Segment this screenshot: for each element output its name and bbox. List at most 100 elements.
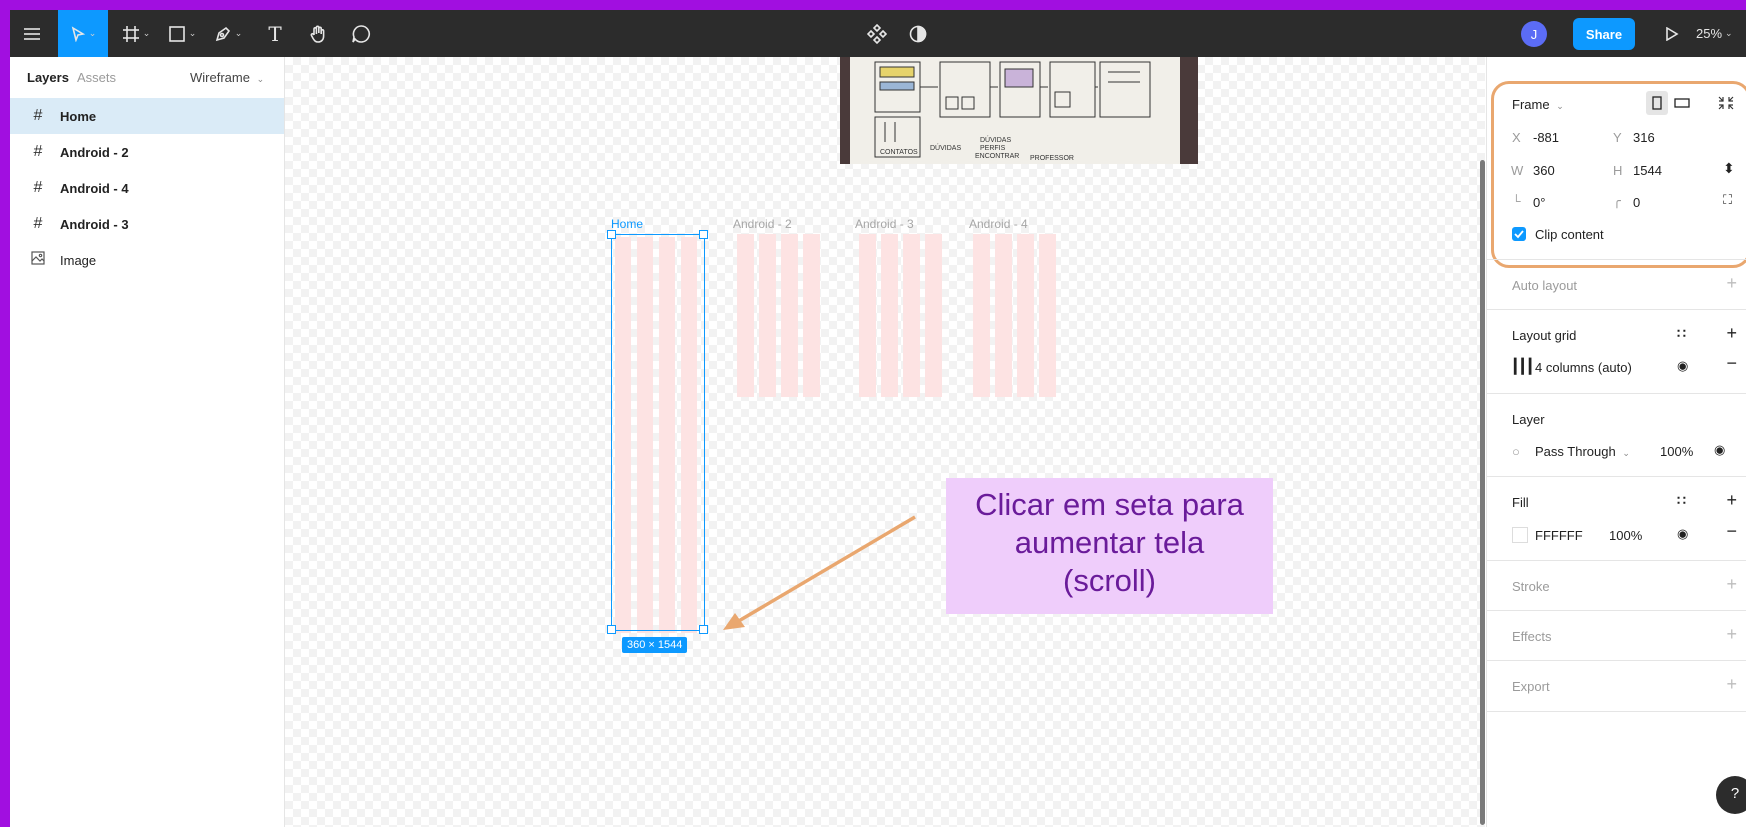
layout-grid-title: Layout grid	[1512, 328, 1577, 343]
page-name: Wireframe	[190, 70, 250, 85]
move-tool-button[interactable]: ⌄	[58, 10, 108, 57]
share-button[interactable]: Share	[1573, 18, 1635, 50]
comment-tool-icon[interactable]	[346, 10, 376, 57]
portrait-toggle[interactable]	[1646, 91, 1668, 115]
sketch-note: DÚVIDAS	[930, 145, 962, 152]
avatar[interactable]: J	[1521, 21, 1547, 47]
frame-label-android-2[interactable]: Android - 2	[733, 217, 792, 231]
corner-radius-field[interactable]: 0	[1633, 195, 1640, 210]
fill-color-swatch[interactable]	[1512, 527, 1528, 543]
vertical-scrollbar[interactable]	[1480, 160, 1485, 825]
y-field[interactable]: 316	[1633, 130, 1655, 145]
add-stroke-icon[interactable]: +	[1726, 574, 1737, 595]
pen-tool-button[interactable]: ⌄	[208, 10, 248, 57]
components-icon[interactable]	[862, 10, 892, 57]
eye-icon[interactable]: ◉	[1677, 526, 1688, 542]
w-field[interactable]: 360	[1533, 163, 1555, 178]
layer-row-image[interactable]: Image	[10, 242, 284, 278]
layer-row-android-4[interactable]: # Android - 4	[10, 170, 284, 206]
present-icon[interactable]	[1660, 10, 1684, 57]
annotation-line: aumentar tela	[1014, 525, 1205, 560]
columns-grid-icon[interactable]: ┃┃┃	[1511, 358, 1534, 375]
main-menu-icon[interactable]	[20, 10, 44, 57]
x-label: X	[1512, 130, 1521, 145]
h-label: H	[1613, 163, 1623, 178]
export-section: Export +	[1487, 660, 1746, 712]
auto-layout-title: Auto layout	[1512, 278, 1578, 293]
x-field[interactable]: -881	[1533, 130, 1559, 145]
clip-content-checkbox[interactable]	[1512, 227, 1526, 241]
chevron-down-icon: ⌄	[1725, 28, 1733, 38]
annotation-line: (scroll)	[1063, 563, 1156, 598]
shape-tool-button[interactable]: ⌄	[162, 10, 202, 57]
resize-handle[interactable]	[607, 625, 616, 634]
h-field[interactable]: 1544	[1633, 163, 1662, 178]
text-tool-icon[interactable]: T	[260, 10, 290, 57]
help-button[interactable]: ?	[1715, 775, 1746, 815]
selection-box[interactable]	[611, 234, 705, 631]
frame-icon: #	[33, 143, 43, 160]
contrast-icon[interactable]	[903, 10, 933, 57]
remove-grid-icon[interactable]: −	[1726, 353, 1737, 374]
canvas[interactable]: CONTATOS DÚVIDAS DÚVIDAS PERFIS ENCONTRA…	[285, 57, 1485, 827]
grid-item-label[interactable]: 4 columns (auto)	[1535, 360, 1632, 375]
grid-column	[881, 234, 898, 397]
resize-handle[interactable]	[699, 230, 708, 239]
zoom-menu[interactable]: 25% ⌄	[1696, 10, 1733, 57]
frame-type-selector[interactable]: Frame ⌄	[1512, 97, 1564, 112]
toolbar: ⌄ ⌄ ⌄ ⌄ T J Share 25% ⌄	[10, 10, 1746, 57]
constrain-proportions-icon[interactable]: ⬍	[1723, 160, 1735, 177]
fill-opacity-field[interactable]: 100%	[1609, 528, 1642, 543]
resize-to-fit-icon[interactable]	[1715, 91, 1737, 115]
grid-styles-icon[interactable]: ∷	[1677, 325, 1686, 342]
frame-label-android-4[interactable]: Android - 4	[969, 217, 1028, 231]
properties-panel: Frame ⌄ X -881 Y 316 W 360 H 1544 ⬍ └ 0°…	[1486, 57, 1746, 827]
sketch-photo[interactable]: CONTATOS DÚVIDAS DÚVIDAS PERFIS ENCONTRA…	[840, 57, 1198, 164]
add-effect-icon[interactable]: +	[1726, 624, 1737, 645]
frame-label-android-3[interactable]: Android - 3	[855, 217, 914, 231]
add-grid-icon[interactable]: +	[1726, 323, 1737, 344]
portrait-icon	[1652, 96, 1662, 110]
layer-label: Home	[60, 108, 97, 124]
panel-tabs: Layers Assets Wireframe ⌄	[10, 57, 284, 97]
layer-row-android-3[interactable]: # Android - 3	[10, 206, 284, 242]
layer-opacity-field[interactable]: 100%	[1660, 444, 1693, 459]
add-export-icon[interactable]: +	[1726, 674, 1737, 695]
layer-title: Layer	[1512, 412, 1545, 427]
stroke-title: Stroke	[1512, 579, 1550, 594]
fill-title: Fill	[1512, 495, 1529, 510]
sketch-note: CONTATOS	[880, 149, 918, 156]
eye-icon[interactable]: ◉	[1714, 442, 1725, 458]
layer-row-home[interactable]: # Home	[10, 98, 284, 134]
blend-mode-dropdown[interactable]: Pass Through ⌄	[1535, 444, 1630, 459]
figma-app: ⌄ ⌄ ⌄ ⌄ T J Share 25% ⌄ Layers Assets Wi…	[10, 10, 1746, 827]
hand-tool-icon[interactable]	[303, 10, 333, 57]
grid-column	[859, 234, 876, 397]
fill-styles-icon[interactable]: ∷	[1677, 492, 1686, 509]
eye-icon[interactable]: ◉	[1677, 358, 1688, 374]
landscape-toggle[interactable]	[1671, 91, 1693, 115]
fill-color-value[interactable]: FFFFFF	[1535, 528, 1583, 543]
rotation-field[interactable]: 0°	[1533, 195, 1545, 210]
page-selector[interactable]: Wireframe ⌄	[190, 70, 264, 85]
layout-grid-section: Layout grid ∷ + ┃┃┃ 4 columns (auto) ◉ −	[1487, 309, 1746, 394]
chevron-down-icon: ⌄	[1556, 101, 1564, 111]
tab-assets[interactable]: Assets	[77, 70, 116, 85]
check-icon	[1514, 230, 1524, 239]
resize-handle[interactable]	[699, 625, 708, 634]
layer-section: Layer ○ Pass Through ⌄ 100% ◉	[1487, 393, 1746, 477]
remove-fill-icon[interactable]: −	[1726, 521, 1737, 542]
fill-section: Fill ∷ + FFFFFF 100% ◉ −	[1487, 476, 1746, 561]
layer-row-android-2[interactable]: # Android - 2	[10, 134, 284, 170]
frame-label-home[interactable]: Home	[611, 217, 643, 231]
independent-corners-icon[interactable]: ⛶	[1723, 192, 1732, 208]
effects-section: Effects +	[1487, 610, 1746, 661]
add-fill-icon[interactable]: +	[1726, 490, 1737, 511]
resize-handle[interactable]	[607, 230, 616, 239]
frame-tool-button[interactable]: ⌄	[116, 10, 156, 57]
cursor-icon	[71, 25, 85, 42]
frame-title: Frame	[1512, 97, 1550, 112]
add-auto-layout-icon[interactable]: +	[1726, 273, 1737, 294]
frame-icon	[122, 25, 139, 42]
tab-layers[interactable]: Layers	[27, 70, 69, 85]
